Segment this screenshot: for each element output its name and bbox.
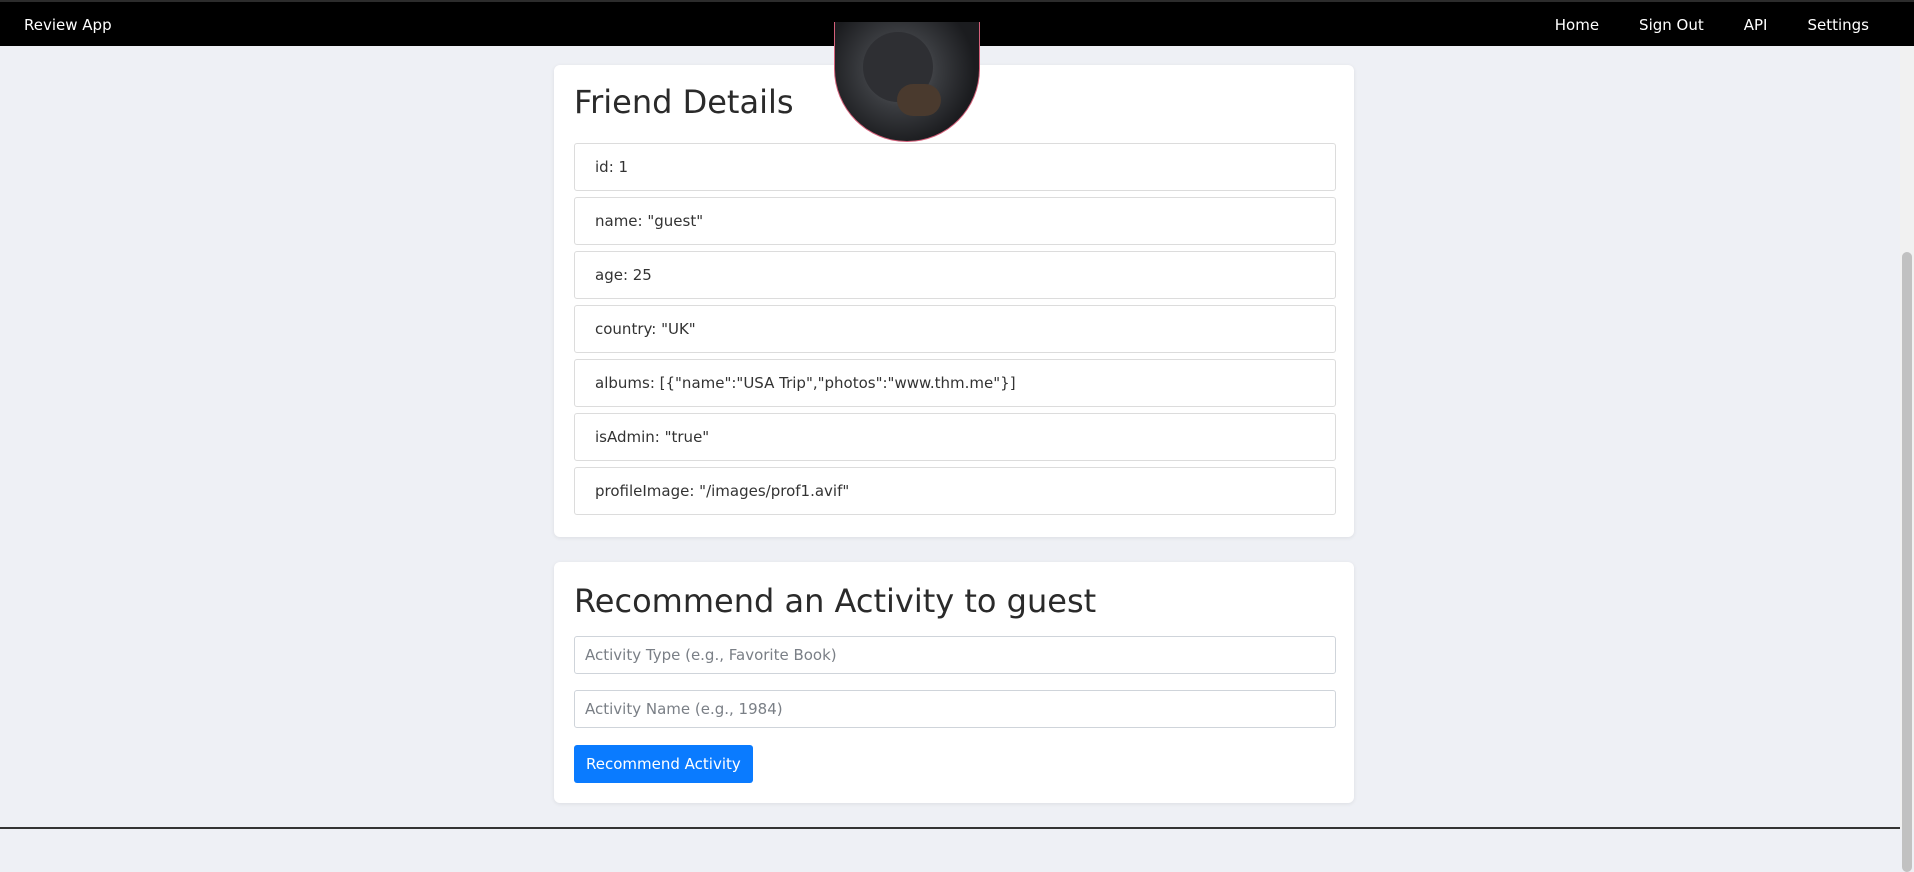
nav-api-link[interactable]: API <box>1744 16 1768 34</box>
detail-item-age: age: 25 <box>574 251 1336 299</box>
detail-item-id: id: 1 <box>574 143 1336 191</box>
nav-links: Home Sign Out API Settings <box>1515 16 1869 34</box>
detail-item-name: name: "guest" <box>574 197 1336 245</box>
friend-details-list: id: 1 name: "guest" age: 25 country: "UK… <box>574 143 1336 521</box>
brand-link[interactable]: Review App <box>24 16 112 34</box>
friend-details-card: Friend Details id: 1 name: "guest" age: … <box>554 65 1354 537</box>
scrollbar-thumb[interactable] <box>1902 252 1912 872</box>
detail-item-isadmin: isAdmin: "true" <box>574 413 1336 461</box>
nav-home-link[interactable]: Home <box>1555 16 1599 34</box>
friend-details-title: Friend Details <box>574 83 794 121</box>
detail-item-country: country: "UK" <box>574 305 1336 353</box>
activity-name-input[interactable] <box>574 690 1336 728</box>
activity-type-input[interactable] <box>574 636 1336 674</box>
page-scrollbar[interactable] <box>1900 46 1914 829</box>
detail-item-albums: albums: [{"name":"USA Trip","photos":"ww… <box>574 359 1336 407</box>
recommend-activity-title: Recommend an Activity to guest <box>574 582 1096 620</box>
nav-signout-link[interactable]: Sign Out <box>1639 16 1704 34</box>
nav-settings-link[interactable]: Settings <box>1807 16 1869 34</box>
detail-item-profileimage: profileImage: "/images/prof1.avif" <box>574 467 1336 515</box>
recommend-activity-card: Recommend an Activity to guest Recommend… <box>554 562 1354 803</box>
recommend-activity-button[interactable]: Recommend Activity <box>574 745 753 783</box>
avatar-hand-shape <box>897 84 941 116</box>
